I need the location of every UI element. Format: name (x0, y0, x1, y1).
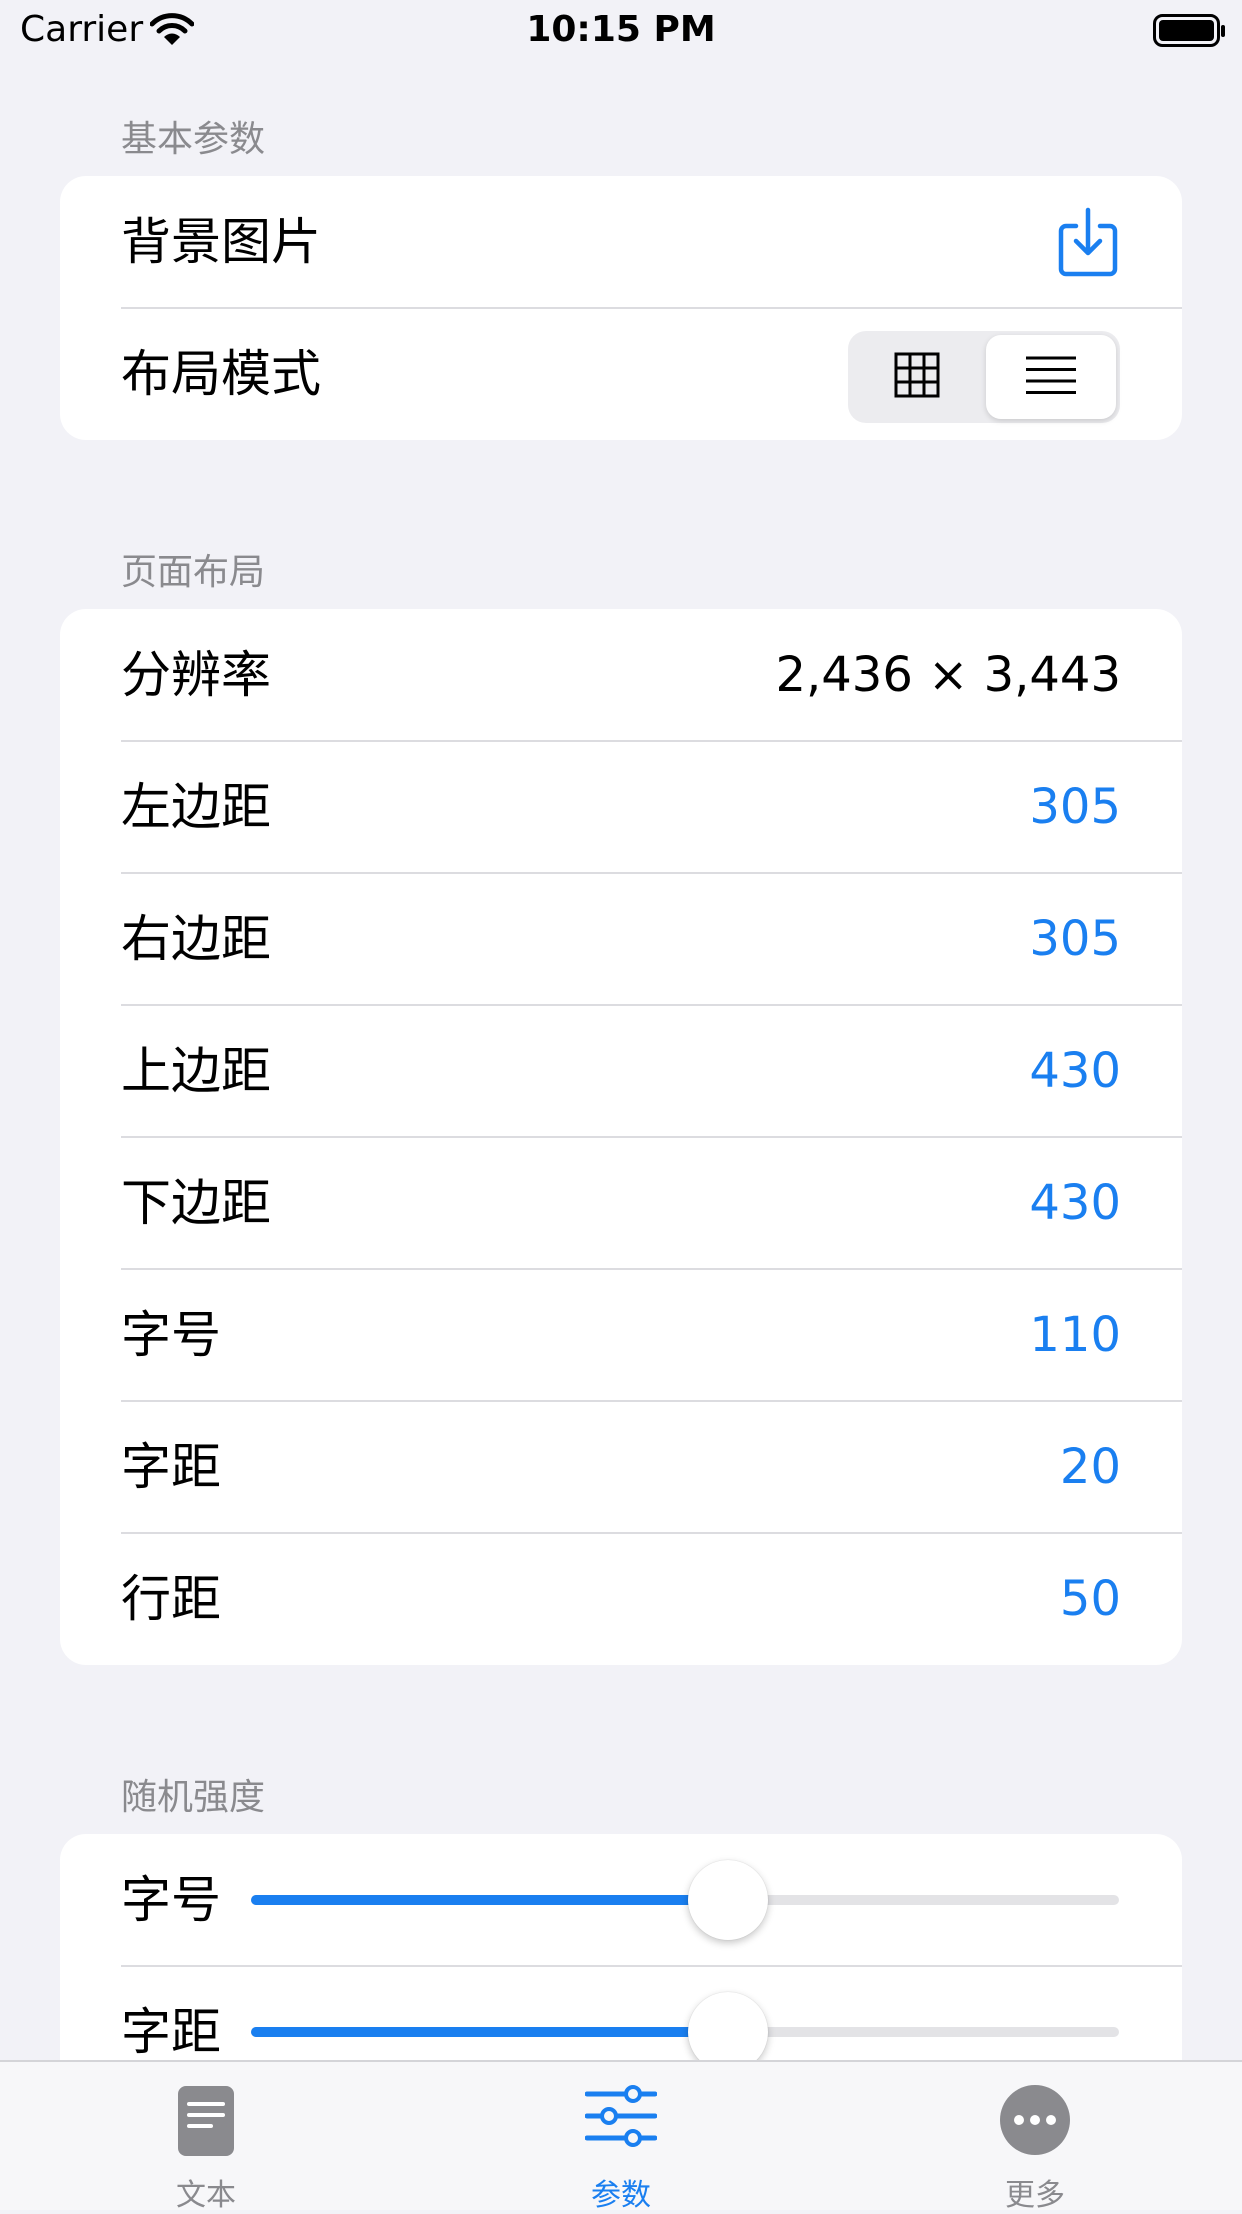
grid-layout-option[interactable] (852, 335, 982, 419)
tab-more-label: 更多 (1005, 2178, 1065, 2213)
bottom-margin-value[interactable]: 430 (1029, 1137, 1121, 1269)
font-size-slider-row: 字号 (60, 1834, 1182, 1966)
download-icon[interactable] (1058, 206, 1118, 282)
section-header-random-strength: 随机强度 (121, 1777, 266, 1818)
layout-mode-row: 布局模式 (60, 308, 1182, 440)
list-layout-option[interactable] (986, 335, 1116, 419)
left-margin-label: 左边距 (121, 778, 271, 836)
battery-icon (1153, 14, 1227, 52)
status-bar: Carrier 10:15 PM (0, 0, 1242, 62)
layout-mode-segmented-control[interactable] (848, 331, 1120, 423)
bottom-margin-row[interactable]: 下边距 430 (60, 1137, 1182, 1269)
tab-more[interactable]: 更多 (915, 2062, 1155, 2213)
slider-fill (251, 1895, 729, 1905)
font-size-slider-label: 字号 (121, 1871, 221, 1929)
top-margin-row[interactable]: 上边距 430 (60, 1005, 1182, 1137)
sliders-icon (501, 2084, 741, 2148)
slider-fill (251, 2027, 729, 2037)
tab-text[interactable]: 文本 (86, 2062, 326, 2213)
section-header-page-layout: 页面布局 (121, 552, 266, 593)
letter-spacing-value[interactable]: 20 (1060, 1401, 1121, 1533)
grid-icon (894, 352, 940, 402)
resolution-row[interactable]: 分辨率 2,436 × 3,443 (60, 609, 1182, 741)
background-image-label: 背景图片 (121, 213, 321, 271)
tab-parameters[interactable]: 参数 (501, 2062, 741, 2213)
clock: 10:15 PM (526, 9, 716, 50)
section-header-basic: 基本参数 (121, 119, 266, 160)
top-margin-label: 上边距 (121, 1042, 271, 1100)
left-margin-row[interactable]: 左边距 305 (60, 741, 1182, 873)
letter-spacing-slider[interactable] (251, 1992, 1119, 2072)
letter-spacing-label: 字距 (121, 1438, 221, 1496)
page-layout-card: 分辨率 2,436 × 3,443 左边距 305 右边距 305 上边距 43… (60, 609, 1182, 1665)
line-spacing-label: 行距 (121, 1570, 221, 1628)
bottom-margin-label: 下边距 (121, 1174, 271, 1232)
tab-text-label: 文本 (176, 2178, 236, 2213)
slider-thumb[interactable] (688, 1860, 769, 1940)
tab-bar: 文本 参数 更多 (0, 2060, 1242, 2213)
font-size-row[interactable]: 字号 110 (60, 1269, 1182, 1401)
font-size-value[interactable]: 110 (1029, 1269, 1121, 1401)
basic-settings-card: 背景图片 布局模式 (60, 176, 1182, 440)
document-icon (86, 2084, 326, 2158)
left-margin-value[interactable]: 305 (1029, 741, 1121, 873)
tab-parameters-label: 参数 (591, 2178, 651, 2213)
resolution-value: 2,436 × 3,443 (775, 647, 1121, 703)
background-image-row[interactable]: 背景图片 (60, 176, 1182, 308)
more-icon (915, 2084, 1155, 2156)
right-margin-label: 右边距 (121, 910, 271, 968)
right-margin-value[interactable]: 305 (1029, 873, 1121, 1005)
font-size-slider[interactable] (251, 1860, 1119, 1940)
top-margin-value[interactable]: 430 (1029, 1005, 1121, 1137)
line-spacing-value[interactable]: 50 (1060, 1533, 1121, 1665)
list-icon (1025, 355, 1077, 399)
font-size-label: 字号 (121, 1306, 221, 1364)
resolution-label: 分辨率 (121, 646, 271, 704)
letter-spacing-row[interactable]: 字距 20 (60, 1401, 1182, 1533)
layout-mode-label: 布局模式 (121, 345, 321, 403)
line-spacing-row[interactable]: 行距 50 (60, 1533, 1182, 1665)
right-margin-row[interactable]: 右边距 305 (60, 873, 1182, 1005)
